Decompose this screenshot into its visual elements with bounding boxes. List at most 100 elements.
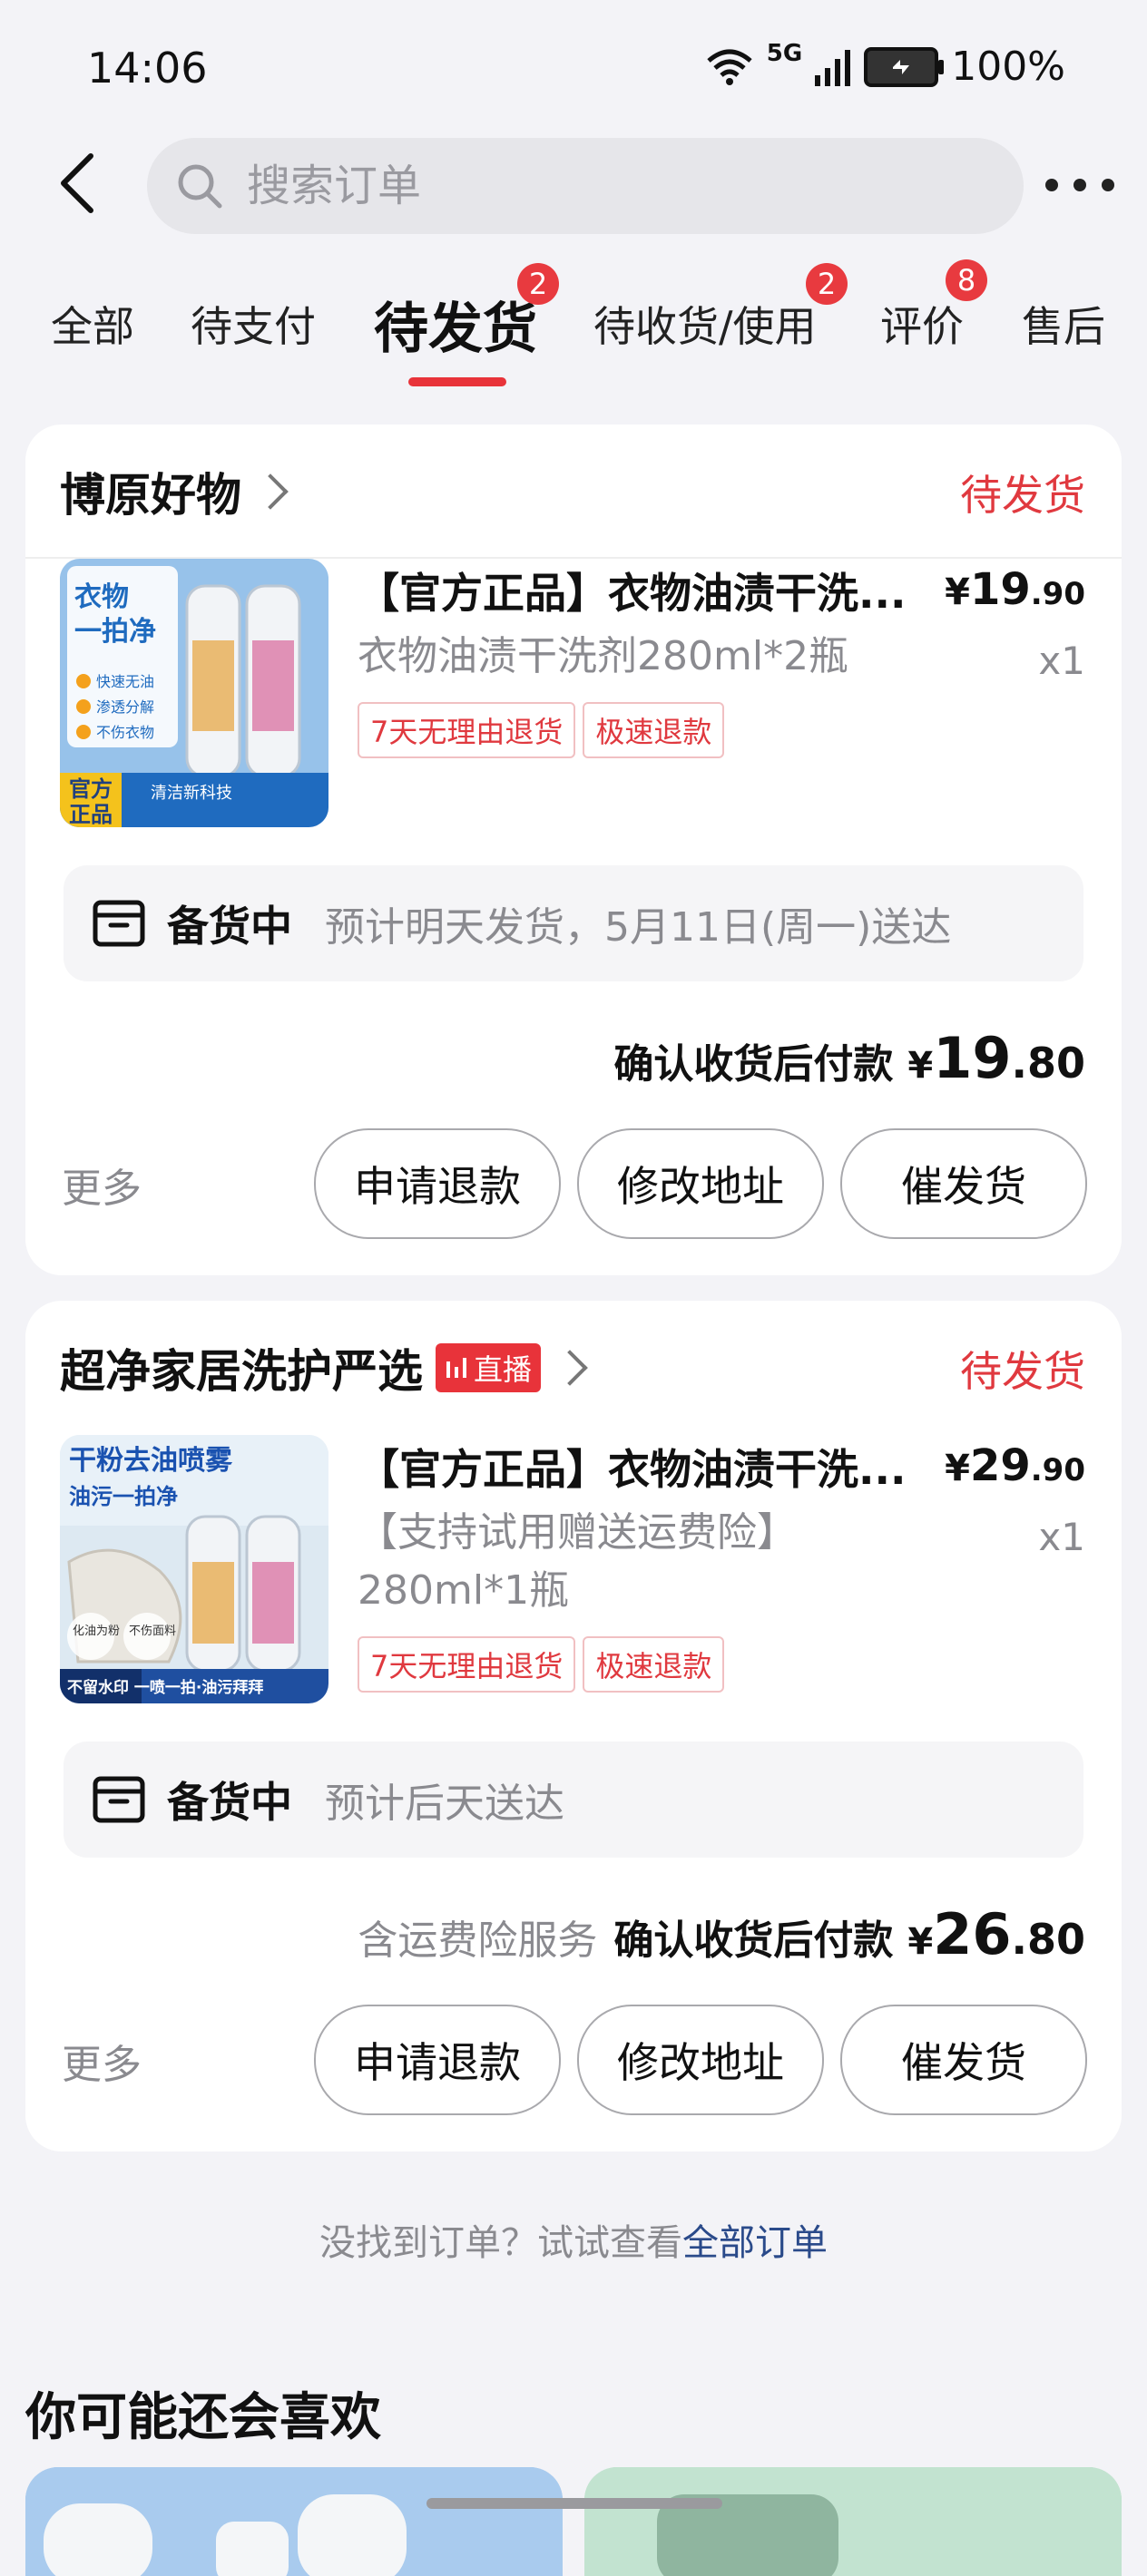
tab-badge-pending-shipment: 2 bbox=[517, 263, 559, 305]
order-card[interactable]: 超净家居洗护严选 直播 待发货 干粉去油喷雾 油污一拍净 化油为粉 不伤面料 不… bbox=[25, 1301, 1122, 2152]
price-int: 19 bbox=[969, 564, 1031, 615]
shipping-eta: 预计后天送达 bbox=[325, 1781, 564, 1827]
status-icons: 5G 100% bbox=[705, 40, 1065, 90]
payment-summary: 含运费险服务 确认收货后付款 ¥26.80 bbox=[358, 1901, 1085, 1967]
more-link[interactable]: 更多 bbox=[62, 2032, 142, 2090]
tab-after-sales[interactable]: 售后 bbox=[1022, 294, 1105, 354]
recommend-card[interactable] bbox=[584, 2467, 1122, 2576]
chevron-right-icon bbox=[552, 1350, 588, 1386]
insurance-note: 含运费险服务 bbox=[358, 1917, 598, 1964]
payment-int: 19 bbox=[933, 1025, 1012, 1091]
product-image[interactable]: 衣物 一拍净 快速无油 渗透分解 不伤衣物 官方 正品 清洁新科技 bbox=[60, 559, 328, 827]
shipping-eta: 预计明天发货，5月11日(周一)送达 bbox=[325, 904, 952, 951]
more-options-icon[interactable] bbox=[1045, 160, 1114, 210]
shop-name-row[interactable]: 超净家居洗护严选 直播 bbox=[60, 1335, 588, 1400]
price-decimal: .90 bbox=[1030, 1452, 1085, 1488]
more-link[interactable]: 更多 bbox=[62, 1156, 142, 1214]
price-symbol: ¥ bbox=[945, 1448, 970, 1489]
shipping-label: 备货中 bbox=[167, 1778, 292, 1827]
payment-decimal: .80 bbox=[1011, 1039, 1086, 1088]
order-status: 待发货 bbox=[960, 1347, 1085, 1396]
package-icon bbox=[93, 900, 145, 947]
tag-fast-refund: 极速退款 bbox=[583, 1636, 725, 1693]
tab-pending-receipt[interactable]: 待收货/使用 bbox=[593, 294, 817, 354]
all-orders-link[interactable]: 全部订单 bbox=[682, 2222, 828, 2264]
tab-pending-shipment[interactable]: 待发货 bbox=[374, 285, 537, 364]
search-bar[interactable] bbox=[147, 138, 1024, 234]
order-tabs: 全部 待支付 待发货 2 待收货/使用 2 评价 8 售后 bbox=[0, 259, 1147, 390]
product-quantity: x1 bbox=[1038, 639, 1085, 683]
product-price: ¥29.90 bbox=[945, 1440, 1085, 1491]
image-text: 油污一拍净 bbox=[69, 1484, 178, 1509]
recommend-card[interactable] bbox=[25, 2467, 563, 2576]
product-spec: 【支持试用赠送运费险】 280ml*1瓶 bbox=[358, 1504, 797, 1620]
shipping-status[interactable]: 备货中 预计后天送达 bbox=[64, 1742, 1083, 1858]
image-text: 衣物 bbox=[74, 581, 129, 613]
payment-amount: ¥19.80 bbox=[907, 1025, 1085, 1091]
recommend-image bbox=[25, 2467, 563, 2576]
product-image-art: 衣物 一拍净 快速无油 渗透分解 不伤衣物 官方 正品 清洁新科技 bbox=[60, 559, 328, 827]
search-icon bbox=[178, 164, 222, 209]
signal-icon bbox=[815, 49, 851, 86]
recommend-image bbox=[584, 2467, 1122, 2576]
product-title[interactable]: 【官方正品】衣物油渍干洗... bbox=[358, 561, 906, 620]
payment-int: 26 bbox=[933, 1901, 1012, 1967]
image-text: 快速无油 bbox=[96, 673, 154, 690]
order-status: 待发货 bbox=[960, 471, 1085, 520]
image-text: 干粉去油喷雾 bbox=[69, 1445, 233, 1477]
recommend-title: 你可能还会喜欢 bbox=[25, 2388, 381, 2447]
product-image[interactable]: 干粉去油喷雾 油污一拍净 化油为粉 不伤面料 不留水印 一喷一拍·油污拜拜 bbox=[60, 1435, 328, 1703]
live-label: 直播 bbox=[474, 1352, 533, 1387]
request-refund-button[interactable]: 申请退款 bbox=[314, 1128, 561, 1239]
tab-badge-pending-receipt: 2 bbox=[806, 263, 848, 305]
payment-symbol: ¥ bbox=[907, 1921, 934, 1963]
payment-summary: 确认收货后付款 ¥19.80 bbox=[613, 1025, 1085, 1091]
product-title[interactable]: 【官方正品】衣物油渍干洗... bbox=[358, 1437, 906, 1497]
price-decimal: .90 bbox=[1030, 576, 1085, 612]
tab-badge-review: 8 bbox=[946, 259, 987, 301]
tag-return-policy: 7天无理由退货 bbox=[358, 1636, 576, 1693]
product-tags: 7天无理由退货 极速退款 bbox=[358, 1636, 731, 1693]
shipping-status[interactable]: 备货中 预计明天发货，5月11日(周一)送达 bbox=[64, 865, 1083, 981]
home-indicator[interactable] bbox=[426, 2498, 722, 2509]
payment-label: 确认收货后付款 bbox=[613, 1917, 894, 1964]
wifi-icon bbox=[707, 49, 752, 85]
request-refund-button[interactable]: 申请退款 bbox=[314, 2005, 561, 2115]
active-tab-indicator bbox=[408, 377, 506, 386]
shop-name: 博原好物 bbox=[60, 469, 241, 522]
tab-pending-payment[interactable]: 待支付 bbox=[191, 294, 316, 354]
shop-name: 超净家居洗护严选 bbox=[60, 1345, 423, 1398]
tab-all[interactable]: 全部 bbox=[51, 294, 134, 354]
live-badge: 直播 bbox=[436, 1343, 542, 1392]
change-address-button[interactable]: 修改地址 bbox=[577, 2005, 824, 2115]
chevron-right-icon bbox=[252, 473, 289, 510]
product-tags: 7天无理由退货 极速退款 bbox=[358, 702, 731, 758]
battery-icon bbox=[864, 46, 945, 87]
status-time: 14:06 bbox=[87, 44, 208, 93]
image-text: 不伤衣物 bbox=[96, 724, 154, 741]
tag-return-policy: 7天无理由退货 bbox=[358, 702, 576, 758]
back-icon[interactable] bbox=[54, 152, 102, 214]
urge-shipment-button[interactable]: 催发货 bbox=[840, 2005, 1087, 2115]
image-text: 不留水印 一喷一拍·油污拜拜 bbox=[67, 1678, 263, 1697]
urge-shipment-button[interactable]: 催发货 bbox=[840, 1128, 1087, 1239]
product-price: ¥19.90 bbox=[945, 564, 1085, 615]
image-text: 清洁新科技 bbox=[151, 784, 232, 803]
tab-review[interactable]: 评价 bbox=[880, 294, 964, 354]
payment-decimal: .80 bbox=[1011, 1915, 1086, 1964]
product-spec-line: 【支持试用赠送运费险】 bbox=[358, 1509, 797, 1556]
search-input[interactable] bbox=[245, 160, 956, 212]
not-found-note: 没找到订单？试试查看全部订单 bbox=[0, 2213, 1147, 2266]
battery-level: 100% bbox=[951, 44, 1065, 90]
product-quantity: x1 bbox=[1038, 1515, 1085, 1559]
image-text: 官方 bbox=[69, 776, 113, 802]
change-address-button[interactable]: 修改地址 bbox=[577, 1128, 824, 1239]
shipping-label: 备货中 bbox=[167, 902, 292, 951]
image-text: 正品 bbox=[69, 802, 113, 827]
not-found-text: 没找到订单？试试查看 bbox=[319, 2222, 682, 2264]
image-text: 一拍净 bbox=[74, 616, 156, 648]
product-spec-line: 280ml*1瓶 bbox=[358, 1567, 570, 1614]
order-card[interactable]: 博原好物 待发货 衣物 一拍净 快速无油 渗透分解 不伤衣物 官方 正品 清洁新… bbox=[25, 424, 1122, 1275]
shop-name-row[interactable]: 博原好物 bbox=[60, 459, 289, 524]
price-int: 29 bbox=[969, 1440, 1031, 1491]
